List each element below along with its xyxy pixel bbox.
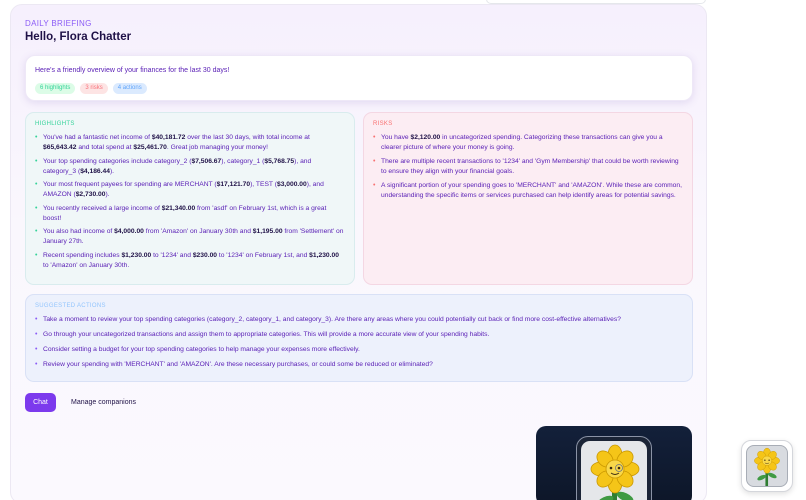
item-text: Take a moment to review your top spendin… — [43, 316, 621, 323]
list-item: • You have $2,120.00 in uncategorized spe… — [373, 133, 683, 153]
item-text: A significant portion of your spending g… — [381, 182, 682, 199]
item-text: to '1234' on February 1st, and — [217, 251, 310, 259]
item-text: Go through your uncategorized transactio… — [43, 331, 490, 338]
bullet-icon: • — [35, 204, 38, 212]
item-text: Consider setting a budget for your top s… — [43, 346, 360, 353]
bullet-icon: • — [35, 157, 38, 165]
item-text: You've had a fantastic net income of — [43, 134, 152, 141]
chat-button[interactable]: Chat — [25, 393, 56, 412]
amount-value: $40,181.72 — [151, 134, 186, 141]
amount-value: $2,730.00 — [75, 191, 106, 198]
amount-value: $2,120.00 — [410, 134, 441, 141]
item-text: to 'Amazon' on January 30th. — [43, 261, 130, 269]
risks-card: RISKS • You have $2,120.00 in uncategoriz… — [363, 112, 693, 285]
overview-card: Here's a friendly overview of your finan… — [25, 55, 693, 101]
overview-text: Here's a friendly overview of your finan… — [35, 67, 230, 74]
list-item: • Your most frequent payees for spending … — [35, 180, 345, 200]
sunflower-avatar-icon — [754, 447, 780, 486]
highlights-card: HIGHLIGHTS • You've had a fantastic net i… — [25, 112, 355, 285]
bullet-icon: • — [35, 316, 38, 323]
bullet-icon: • — [35, 228, 38, 235]
bullet-icon: • — [373, 158, 376, 165]
amount-value: $1,230.00 — [121, 251, 152, 259]
list-item: • You also had income of $4,000.00 from '… — [35, 227, 345, 247]
companion-avatar-button[interactable] — [741, 440, 793, 492]
item-text: ). — [105, 191, 110, 198]
highlights-title: HIGHLIGHTS — [35, 121, 75, 127]
amount-value: $3,000.00 — [276, 181, 307, 188]
sunflower-companion-icon — [590, 444, 640, 500]
amount-value: $1,195.00 — [252, 228, 283, 235]
item-text: Your most frequent payees for spending a… — [43, 181, 217, 188]
item-text: from 'Amazon' on January 30th and — [143, 228, 253, 235]
item-text: Your top spending categories include cat… — [43, 157, 192, 165]
list-item: • You've had a fantastic net income of $4… — [35, 133, 345, 153]
amount-value: $21,340.00 — [161, 204, 196, 212]
list-item: • Review your spending with 'MERCHANT' an… — [35, 360, 683, 370]
amount-value: $5,768.75 — [264, 157, 295, 165]
list-item: • Go through your uncategorized transacti… — [35, 330, 683, 340]
item-text: ). — [109, 167, 115, 175]
bullet-icon: • — [35, 181, 38, 188]
amount-value: $17,121.70 — [216, 181, 251, 188]
list-item: • A significant portion of your spending … — [373, 181, 683, 201]
list-item: • You recently received a large income of… — [35, 204, 345, 224]
manage-companions-button[interactable]: Manage companions — [71, 399, 136, 406]
list-item: • There are multiple recent transactions … — [373, 157, 683, 177]
item-text: ), category_1 ( — [221, 157, 265, 165]
list-item: • Consider setting a budget for your top … — [35, 345, 683, 355]
item-text: There are multiple recent transactions t… — [381, 158, 679, 175]
amount-value: $1,230.00 — [309, 251, 339, 259]
list-item: • Recent spending includes $1,230.00 to '… — [35, 251, 345, 271]
bullet-icon: • — [35, 331, 38, 338]
list-item: • Take a moment to review your top spendi… — [35, 315, 683, 325]
amount-value: $4,186.44 — [80, 167, 110, 175]
item-text: and total spend at — [76, 144, 134, 151]
companion-preview-card[interactable] — [536, 426, 692, 500]
companion-avatar — [746, 445, 788, 487]
greeting-title: Hello, Flora Chatter — [25, 31, 132, 43]
amount-value: $230.00 — [192, 251, 218, 259]
risks-count-badge: 3 risks — [80, 83, 108, 94]
item-text: You have — [381, 134, 411, 141]
amount-value: $65,643.42 — [43, 144, 77, 151]
bullet-icon: • — [373, 182, 376, 189]
item-text: ), TEST ( — [250, 181, 277, 188]
suggested-actions-card: SUGGESTED ACTIONS • Take a moment to revi… — [25, 294, 693, 382]
highlights-count-badge: 6 highlights — [35, 83, 76, 94]
companion-portrait — [581, 441, 647, 500]
item-text: over the last 30 days, with total income… — [185, 134, 310, 141]
list-item: • Your top spending categories include ca… — [35, 157, 345, 177]
item-text: to '1234' and — [151, 251, 193, 259]
item-text: You also had income of — [43, 228, 115, 235]
bullet-icon: • — [35, 346, 38, 353]
risks-list: • You have $2,120.00 in uncategorized spe… — [373, 133, 683, 201]
item-text: Recent spending includes — [43, 251, 122, 259]
highlights-list: • You've had a fantastic net income of $4… — [35, 133, 345, 271]
amount-value: $25,461.70 — [133, 144, 167, 151]
actions-count-badge: 4 actions — [112, 83, 147, 94]
bullet-icon: • — [35, 251, 38, 259]
item-text: . Great job managing your money! — [166, 144, 268, 151]
bullet-icon: • — [35, 361, 38, 368]
companion-frame — [576, 436, 652, 500]
amount-value: $7,506.67 — [191, 157, 222, 165]
summary-badges: 6 highlights 3 risks 4 actions — [35, 83, 147, 94]
briefing-eyebrow: DAILY BRIEFING — [25, 19, 92, 28]
risks-title: RISKS — [373, 121, 393, 127]
item-text: Review your spending with 'MERCHANT' and… — [43, 361, 433, 368]
bullet-icon: • — [35, 134, 38, 141]
item-text: You recently received a large income of — [43, 204, 162, 212]
bullet-icon: • — [373, 134, 376, 141]
suggested-actions-title: SUGGESTED ACTIONS — [35, 303, 106, 309]
suggested-actions-list: • Take a moment to review your top spendi… — [35, 315, 683, 370]
amount-value: $4,000.00 — [114, 228, 144, 235]
